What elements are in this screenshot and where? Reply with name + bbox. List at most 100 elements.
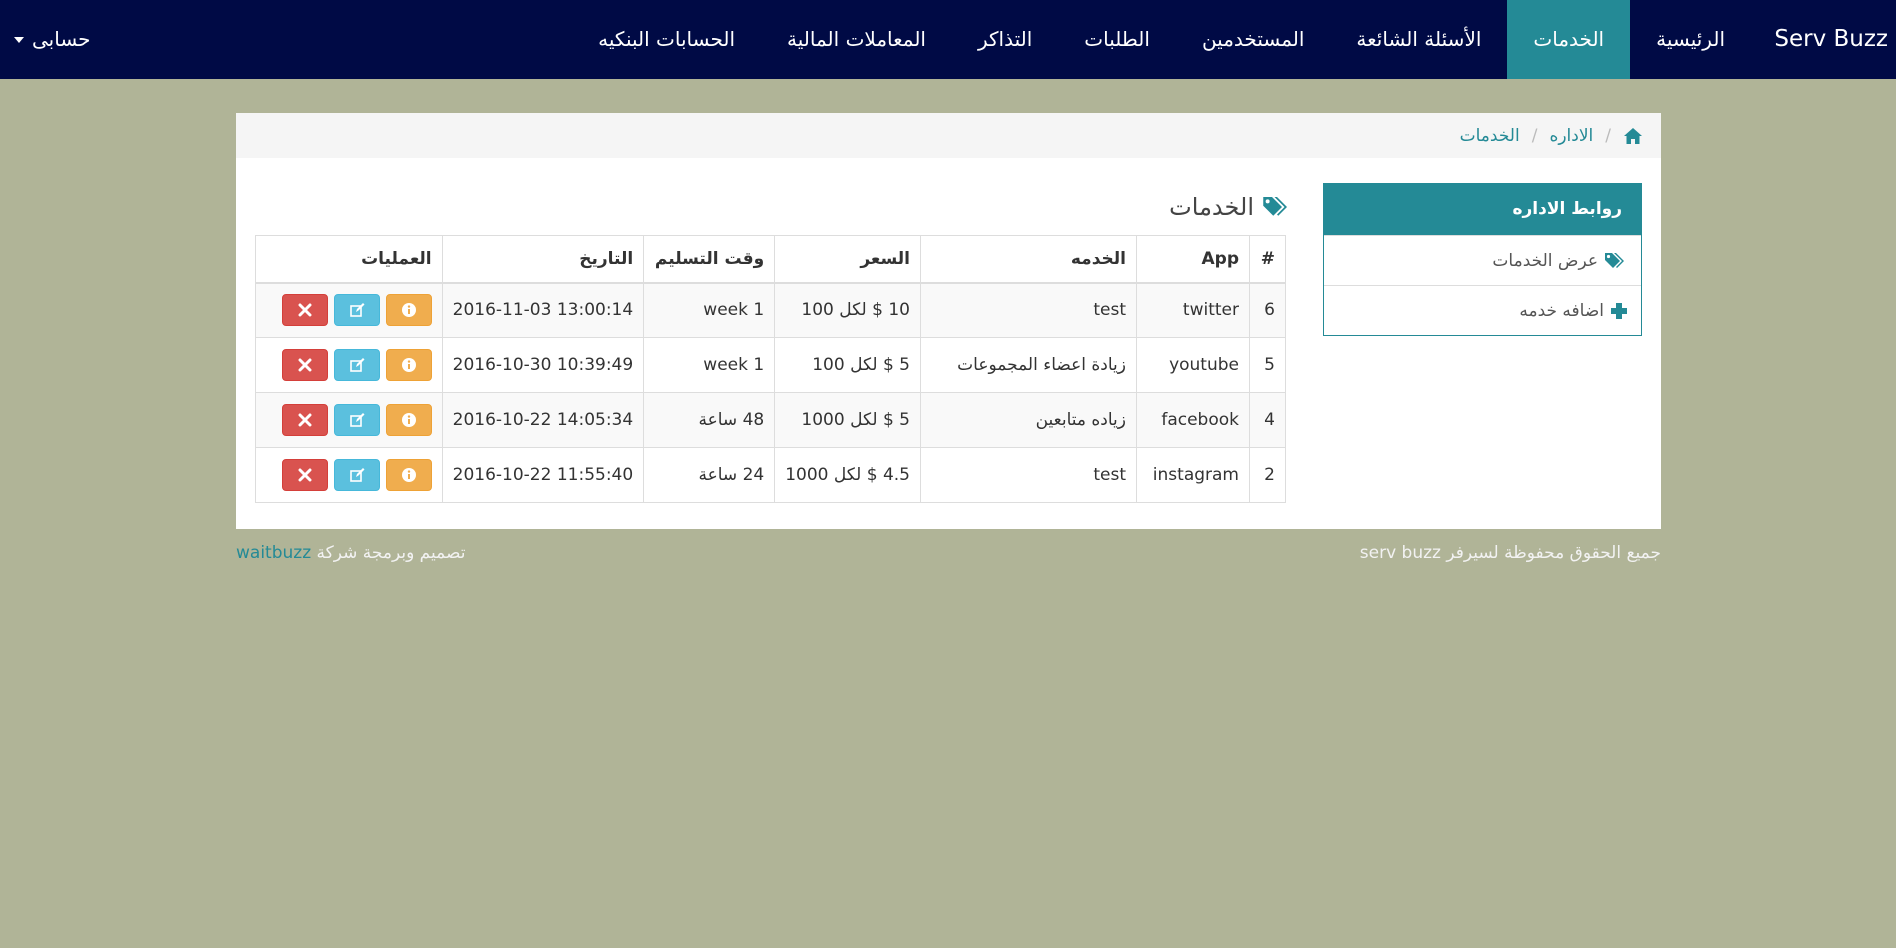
- info-icon: [401, 468, 416, 482]
- nav-item-tickets[interactable]: التذاكر: [952, 0, 1058, 79]
- cell-operations: [255, 282, 443, 338]
- cell-price: 4.5 $ لكل 1000: [774, 447, 921, 503]
- table-row: 4 facebook زياده متابعين 5 $ لكل 1000 48…: [255, 392, 1286, 448]
- nav-item-home[interactable]: الرئيسية: [1630, 0, 1751, 79]
- info-icon: [401, 303, 416, 318]
- col-header-date: التاريخ: [441, 235, 645, 284]
- tags-icon: [1605, 252, 1624, 268]
- cell-date: 2016-10-30 10:39:49: [441, 337, 645, 393]
- brand-logo-text[interactable]: Serv Buzz: [1774, 0, 1888, 79]
- nav-item-users[interactable]: المستخدمين: [1176, 0, 1330, 79]
- cell-app: instagram: [1136, 447, 1250, 503]
- page-title-text: الخدمات: [1169, 193, 1254, 221]
- top-navbar: Serv Buzz الرئيسية الخدمات الأسئلة الشائ…: [0, 0, 1896, 79]
- footer-copyright: جميع الحقوق محفوظة لسيرفر serv buzz: [1359, 543, 1661, 563]
- cell-service: زيادة اعضاء المجموعات: [920, 337, 1137, 393]
- sidebar-item-add-service[interactable]: اضافه خدمه: [1324, 285, 1641, 335]
- cell-date: 2016-10-22 14:05:34: [441, 392, 645, 448]
- col-header-price: السعر: [774, 235, 921, 284]
- sidebar-title: روابط الاداره: [1324, 184, 1641, 235]
- delete-button[interactable]: [281, 349, 328, 381]
- cell-app: twitter: [1136, 282, 1250, 338]
- services-table: # App الخدمه السعر وقت التسليم التاريخ ا…: [255, 235, 1286, 503]
- admin-links-sidebar: روابط الاداره عرض الخدمات اضافه خدمه: [1323, 183, 1642, 336]
- content-panel: / الاداره / الخدمات روابط الاداره عرض ال…: [236, 113, 1661, 529]
- account-label: حسابى: [32, 27, 91, 51]
- cell-app: youtube: [1136, 337, 1250, 393]
- col-header-operations: العمليات: [255, 235, 443, 284]
- nav-item-transactions[interactable]: المعاملات المالية: [761, 0, 952, 79]
- plus-icon: [1611, 302, 1627, 319]
- close-icon: [298, 303, 312, 317]
- cell-operations: [255, 447, 443, 503]
- col-header-service: الخدمه: [920, 235, 1137, 284]
- breadcrumb: / الاداره / الخدمات: [236, 113, 1661, 158]
- cell-delivery: 48 ساعة: [643, 392, 776, 448]
- footer-credit-text: تصميم وبرمجة شركة: [316, 543, 466, 563]
- sidebar-item-label: اضافه خدمه: [1519, 300, 1604, 321]
- info-icon: [401, 358, 416, 372]
- breadcrumb-services[interactable]: الخدمات: [1460, 126, 1520, 146]
- edit-icon: [349, 413, 365, 427]
- cell-price: 5 $ لكل 100: [774, 337, 921, 393]
- edit-icon: [349, 358, 365, 372]
- info-button[interactable]: [385, 459, 432, 491]
- cell-price: 10 $ لكل 100: [774, 282, 921, 338]
- table-row: 5 youtube زيادة اعضاء المجموعات 5 $ لكل …: [255, 337, 1286, 393]
- cell-id: 4: [1249, 392, 1286, 448]
- breadcrumb-separator: /: [1605, 125, 1611, 146]
- edit-icon: [349, 303, 365, 318]
- cell-id: 2: [1249, 447, 1286, 503]
- breadcrumb-admin[interactable]: الاداره: [1549, 126, 1593, 146]
- cell-service: test: [920, 447, 1137, 503]
- cell-operations: [255, 337, 443, 393]
- account-dropdown[interactable]: حسابى: [14, 0, 91, 79]
- cell-delivery: 24 ساعة: [643, 447, 776, 503]
- cell-date: 2016-10-22 11:55:40: [441, 447, 645, 503]
- col-header-app: App: [1136, 235, 1250, 284]
- cell-id: 5: [1249, 337, 1286, 393]
- cell-id: 6: [1249, 282, 1286, 338]
- nav-item-faq[interactable]: الأسئلة الشائعة: [1330, 0, 1507, 79]
- table-row: 2 instagram test 4.5 $ لكل 1000 24 ساعة …: [255, 447, 1286, 503]
- cell-service: زياده متابعين: [920, 392, 1137, 448]
- info-button[interactable]: [385, 349, 432, 381]
- sidebar-item-label: عرض الخدمات: [1492, 250, 1598, 271]
- close-icon: [298, 468, 312, 482]
- close-icon: [298, 413, 312, 427]
- nav-item-services[interactable]: الخدمات: [1507, 0, 1631, 79]
- edit-icon: [349, 468, 365, 482]
- delete-button[interactable]: [281, 294, 328, 327]
- cell-price: 5 $ لكل 1000: [774, 392, 921, 448]
- close-icon: [298, 358, 312, 372]
- caret-down-icon: [14, 36, 24, 43]
- info-button[interactable]: [385, 294, 432, 327]
- page-title: الخدمات: [1169, 193, 1292, 221]
- table-row: 6 twitter test 10 $ لكل 100 1 week 2016-…: [255, 282, 1286, 338]
- main-nav: الرئيسية الخدمات الأسئلة الشائعة المستخد…: [572, 0, 1751, 79]
- delete-button[interactable]: [281, 404, 328, 436]
- cell-service: test: [920, 282, 1137, 338]
- table-header-row: # App الخدمه السعر وقت التسليم التاريخ ا…: [255, 235, 1286, 284]
- info-button[interactable]: [385, 404, 432, 436]
- cell-operations: [255, 392, 443, 448]
- edit-button[interactable]: [333, 404, 380, 436]
- edit-button[interactable]: [333, 349, 380, 381]
- edit-button[interactable]: [333, 459, 380, 491]
- nav-item-bank-accounts[interactable]: الحسابات البنكيه: [572, 0, 761, 79]
- cell-app: facebook: [1136, 392, 1250, 448]
- cell-delivery: 1 week: [643, 337, 776, 393]
- footer-credit: تصميم وبرمجة شركة waitbuzz: [236, 543, 465, 563]
- edit-button[interactable]: [333, 294, 380, 327]
- col-header-delivery: وقت التسليم: [643, 235, 776, 284]
- breadcrumb-separator: /: [1531, 125, 1538, 146]
- delete-button[interactable]: [281, 459, 328, 491]
- home-icon[interactable]: [1623, 127, 1643, 145]
- col-header-id: #: [1249, 235, 1286, 284]
- tags-icon: [1263, 197, 1287, 216]
- footer-brand-link[interactable]: waitbuzz: [236, 543, 311, 563]
- info-icon: [401, 413, 416, 427]
- cell-date: 2016-11-03 13:00:14: [441, 282, 645, 338]
- sidebar-item-view-services[interactable]: عرض الخدمات: [1324, 235, 1641, 285]
- nav-item-orders[interactable]: الطلبات: [1058, 0, 1176, 79]
